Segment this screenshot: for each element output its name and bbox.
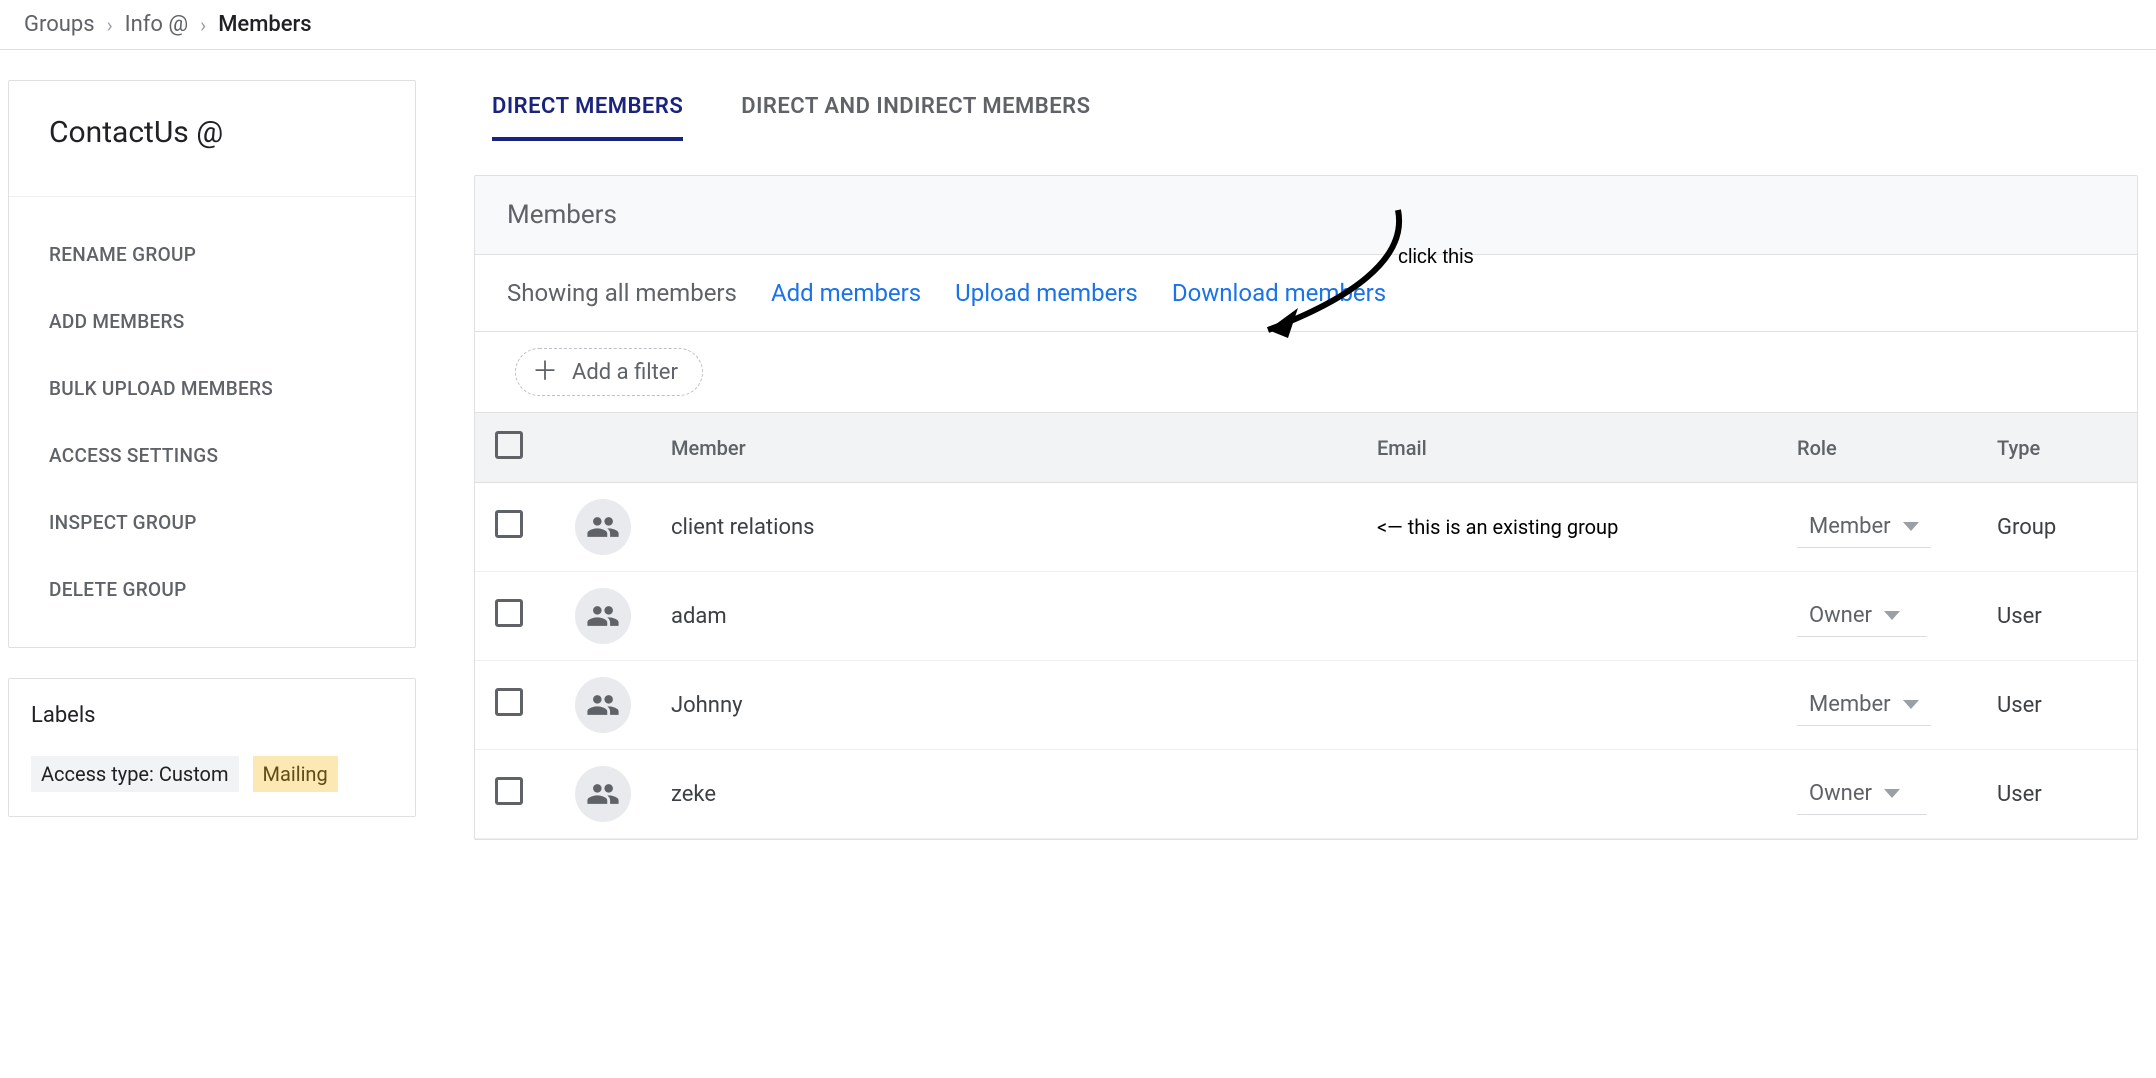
select-all-checkbox[interactable] <box>495 431 523 459</box>
group-avatar-icon <box>575 677 631 733</box>
member-name: zeke <box>651 750 1357 839</box>
sidebar-card: ContactUs @ RENAME GROUP ADD MEMBERS BUL… <box>8 80 416 648</box>
chevron-right-icon: › <box>200 13 206 37</box>
role-value: Member <box>1809 692 1891 717</box>
row-checkbox[interactable] <box>495 777 523 805</box>
sidebar-item-add-members[interactable]: ADD MEMBERS <box>9 288 415 355</box>
breadcrumb-groups[interactable]: Groups <box>24 12 95 37</box>
table-row[interactable]: Johnny Member User <box>475 661 2137 750</box>
role-dropdown[interactable]: Owner <box>1797 595 1927 637</box>
row-checkbox[interactable] <box>495 599 523 627</box>
header-member[interactable]: Member <box>651 413 1357 483</box>
add-members-link[interactable]: Add members <box>771 279 921 307</box>
group-avatar-icon <box>575 766 631 822</box>
member-email <box>1357 661 1777 750</box>
member-type: User <box>1977 750 2137 839</box>
sidebar-item-rename-group[interactable]: RENAME GROUP <box>9 221 415 288</box>
tab-direct-indirect-members[interactable]: DIRECT AND INDIRECT MEMBERS <box>741 80 1090 141</box>
role-value: Member <box>1809 514 1891 539</box>
group-avatar-icon <box>575 588 631 644</box>
table-row[interactable]: client relations<— this is an existing g… <box>475 483 2137 572</box>
download-members-link[interactable]: Download members <box>1172 279 1386 307</box>
role-dropdown[interactable]: Member <box>1797 506 1931 548</box>
tab-direct-members[interactable]: DIRECT MEMBERS <box>492 80 683 141</box>
members-table: Member Email Role Type client relations<… <box>475 412 2137 839</box>
header-email[interactable]: Email <box>1357 413 1777 483</box>
table-row[interactable]: zeke Owner User <box>475 750 2137 839</box>
member-name: adam <box>651 572 1357 661</box>
role-dropdown[interactable]: Member <box>1797 684 1931 726</box>
add-filter-label: Add a filter <box>572 360 678 385</box>
group-avatar-icon <box>575 499 631 555</box>
sidebar-nav: RENAME GROUP ADD MEMBERS BULK UPLOAD MEM… <box>9 197 415 647</box>
chevron-down-icon <box>1903 522 1919 531</box>
breadcrumb-current: Members <box>218 12 311 37</box>
group-title: ContactUs @ <box>9 81 415 197</box>
filter-row: ＋ Add a filter <box>475 332 2137 412</box>
panel-title: Members <box>475 176 2137 255</box>
row-checkbox[interactable] <box>495 688 523 716</box>
member-type: Group <box>1977 483 2137 572</box>
sidebar-item-bulk-upload[interactable]: BULK UPLOAD MEMBERS <box>9 355 415 422</box>
member-email <box>1357 572 1777 661</box>
chevron-down-icon <box>1884 611 1900 620</box>
chevron-down-icon <box>1884 789 1900 798</box>
members-panel: Members Showing all members Add members … <box>474 175 2138 840</box>
breadcrumb-info[interactable]: Info @ <box>125 12 189 37</box>
member-name: client relations <box>651 483 1357 572</box>
sidebar-item-delete-group[interactable]: DELETE GROUP <box>9 556 415 623</box>
sidebar: ContactUs @ RENAME GROUP ADD MEMBERS BUL… <box>0 50 428 840</box>
labels-title: Labels <box>31 703 393 728</box>
chevron-right-icon: › <box>107 13 113 37</box>
label-access-type[interactable]: Access type: Custom <box>31 756 239 792</box>
label-mailing[interactable]: Mailing <box>253 756 338 792</box>
action-row: Showing all members Add members Upload m… <box>475 255 2137 332</box>
plus-icon: ＋ <box>532 359 558 385</box>
upload-members-link[interactable]: Upload members <box>955 279 1138 307</box>
row-checkbox[interactable] <box>495 510 523 538</box>
header-type[interactable]: Type <box>1977 413 2137 483</box>
role-dropdown[interactable]: Owner <box>1797 773 1927 815</box>
labels-card: Labels Access type: Custom Mailing <box>8 678 416 817</box>
showing-message: Showing all members <box>507 279 737 307</box>
member-type: User <box>1977 572 2137 661</box>
add-filter-button[interactable]: ＋ Add a filter <box>515 348 703 396</box>
header-role[interactable]: Role <box>1777 413 1977 483</box>
tabs: DIRECT MEMBERS DIRECT AND INDIRECT MEMBE… <box>474 80 2138 141</box>
sidebar-item-access-settings[interactable]: ACCESS SETTINGS <box>9 422 415 489</box>
label-chips: Access type: Custom Mailing <box>31 756 393 792</box>
breadcrumb: Groups › Info @ › Members <box>0 0 2156 50</box>
role-value: Owner <box>1809 603 1872 628</box>
main-content: DIRECT MEMBERS DIRECT AND INDIRECT MEMBE… <box>428 50 2156 840</box>
member-name: Johnny <box>651 661 1357 750</box>
sidebar-item-inspect-group[interactable]: INSPECT GROUP <box>9 489 415 556</box>
table-row[interactable]: adam Owner User <box>475 572 2137 661</box>
chevron-down-icon <box>1903 700 1919 709</box>
role-value: Owner <box>1809 781 1872 806</box>
member-type: User <box>1977 661 2137 750</box>
member-email: <— this is an existing group <box>1357 483 1777 572</box>
member-email <box>1357 750 1777 839</box>
